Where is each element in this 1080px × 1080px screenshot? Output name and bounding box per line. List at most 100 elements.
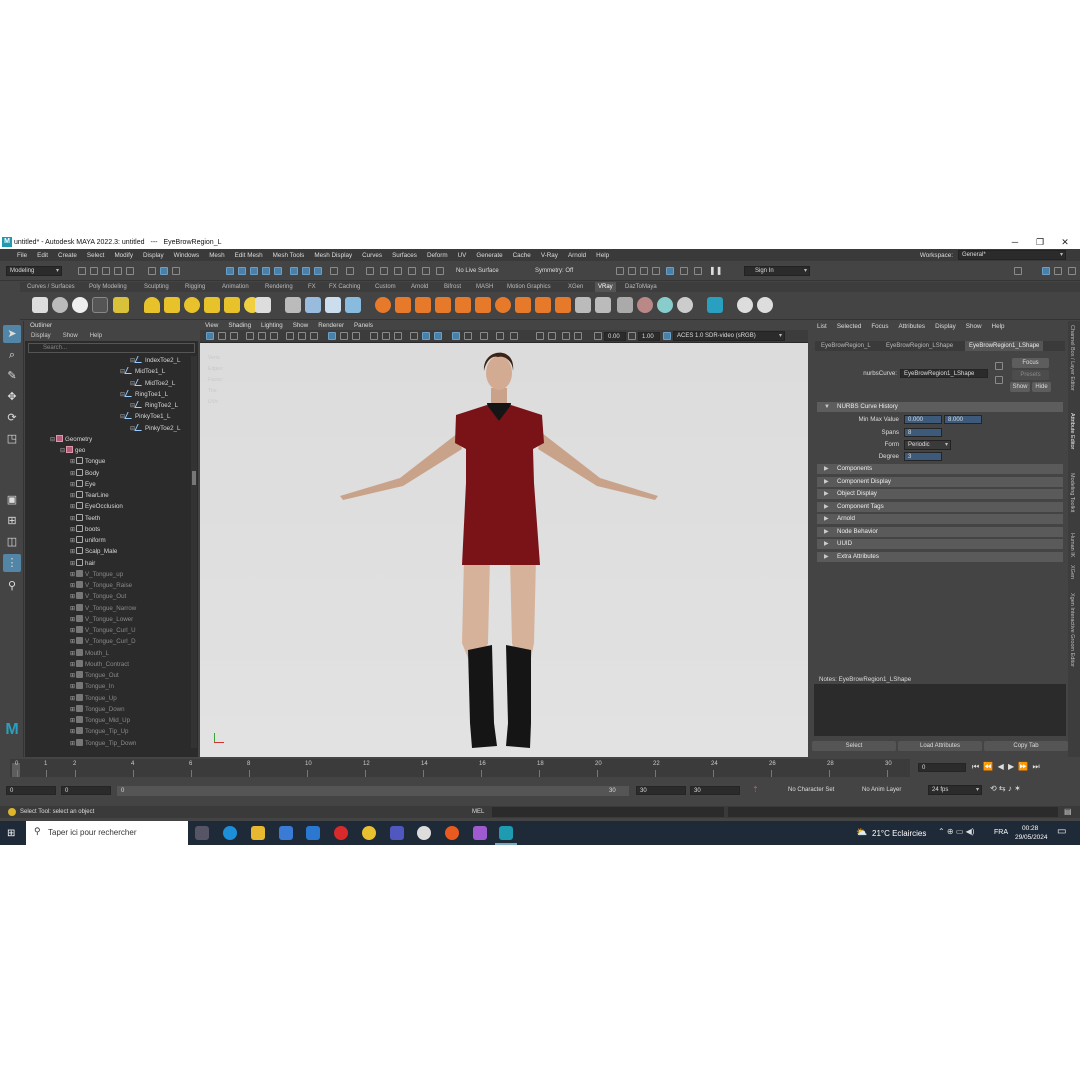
snap-point-icon[interactable] <box>250 267 258 275</box>
outliner-item[interactable]: ⊞ Tongue_Out <box>70 671 119 681</box>
vray-ies-light-icon[interactable] <box>224 297 240 313</box>
vray-render-icon[interactable] <box>694 267 702 275</box>
exposure-settings-icon[interactable] <box>594 332 602 340</box>
copy-tab-button[interactable]: Copy Tab <box>984 741 1068 751</box>
shelf-tab-rigging[interactable]: Rigging <box>185 282 205 292</box>
component-display-section[interactable]: ▶ Component Display <box>817 477 1063 487</box>
arnold-section[interactable]: ▶ Arnold <box>817 514 1063 524</box>
antialias-icon[interactable] <box>464 332 472 340</box>
outliner-item[interactable]: ⊞ Tongue <box>70 457 105 467</box>
menu-cache[interactable]: Cache <box>508 252 536 259</box>
outliner-item[interactable]: ⊞ Scalp_Male <box>70 547 117 557</box>
vray-help-icon[interactable] <box>737 297 753 313</box>
shelf-tab-fx[interactable]: FX <box>308 282 316 292</box>
vray-volume-icon[interactable] <box>345 297 361 313</box>
input-language[interactable]: FRA <box>994 829 1008 836</box>
outliner-item[interactable]: ⊟ PinkyToe2_L <box>130 423 180 434</box>
layout-icon-3[interactable] <box>1054 267 1062 275</box>
ae-tab-transform[interactable]: EyeBrowRegion_L <box>817 341 875 351</box>
viewport-3d[interactable]: Verts: Edges: Faces: Tris: UVs: <box>200 343 808 757</box>
output-connection-icon[interactable] <box>408 267 416 275</box>
shelf-tab-bifrost[interactable]: Bifrost <box>444 282 461 292</box>
presets-button[interactable]: Presets <box>1012 370 1049 380</box>
mode-dropdown[interactable]: Modeling <box>6 266 62 276</box>
resolution-gate-icon[interactable] <box>310 332 318 340</box>
script-editor-icon[interactable]: ▤ <box>1064 807 1072 816</box>
vray-blend-icon[interactable] <box>395 297 411 313</box>
vray-logo-icon[interactable] <box>757 297 773 313</box>
taskbar-search-box[interactable]: ⚲ Taper ici pour rechercher <box>26 821 188 845</box>
object-display-section[interactable]: ▶ Object Display <box>817 489 1063 499</box>
menu-generate[interactable]: Generate <box>471 252 507 259</box>
snap-curve-icon[interactable] <box>238 267 246 275</box>
nurbs-history-section[interactable]: ▼ NURBS Curve History <box>817 402 1063 412</box>
shelf-tab-rendering[interactable]: Rendering <box>265 282 293 292</box>
rotate-tool-icon[interactable]: ⟳ <box>3 409 21 427</box>
render-frame-icon[interactable] <box>616 267 624 275</box>
outliner-item[interactable]: ⊞ boots <box>70 524 100 535</box>
outliner-item[interactable]: ⊞ V_Tongue_Curl_U <box>70 626 136 636</box>
degree-field[interactable]: 3 <box>904 452 942 461</box>
menu-vray[interactable]: V-Ray <box>536 252 563 259</box>
ambient-occlusion-icon[interactable] <box>452 332 460 340</box>
outliner-item[interactable]: ⊟ PinkyToe1_L <box>120 412 170 422</box>
vray-spot-light-icon[interactable] <box>164 297 180 313</box>
outliner-layout-icon[interactable]: ⋮ <box>3 554 21 572</box>
shelf-tab-curves-surfaces[interactable]: Curves / Surfaces <box>27 282 75 292</box>
ae-menu-list[interactable]: List <box>812 321 832 332</box>
playback-controls[interactable]: ⏮ ⏪ ◀ ▶ ⏩ ⏭ <box>972 762 1041 772</box>
chrome-icon[interactable] <box>362 826 376 840</box>
teams-icon[interactable] <box>390 826 404 840</box>
construction-history-icon[interactable] <box>380 267 388 275</box>
symmetry-label[interactable]: Symmetry: Off <box>535 268 573 274</box>
render-view-icon[interactable] <box>680 267 688 275</box>
character-set-dropdown[interactable]: No Character Set <box>788 787 834 793</box>
outliner-item[interactable]: ⊟ IndexToe2_L <box>130 356 180 366</box>
outliner-menu-help[interactable]: Help <box>84 331 108 341</box>
outliner-item[interactable]: ⊞ Tongue_Down <box>70 704 125 715</box>
playback-options-icon[interactable]: ⟲ ⇆ ♪ ✶ <box>990 784 1021 793</box>
vray-mtl-icon[interactable] <box>375 297 391 313</box>
weather-text[interactable]: 21°C Eclaircies <box>872 829 926 838</box>
viewport-menu-lighting[interactable]: Lighting <box>256 321 288 330</box>
vray-scene-icon[interactable] <box>325 297 341 313</box>
vray-settings-icon[interactable] <box>92 297 108 313</box>
auto-key-icon[interactable]: ⇡ <box>752 785 759 794</box>
spans-field[interactable]: 8 <box>904 428 942 437</box>
new-scene-icon[interactable] <box>78 267 86 275</box>
history-icon[interactable] <box>366 267 374 275</box>
outliner-search-input[interactable]: Search... <box>28 343 195 353</box>
select-tool-icon[interactable]: ➤ <box>3 325 21 343</box>
search-tool-icon[interactable]: ⚲ <box>3 577 21 595</box>
mail-icon[interactable] <box>306 826 320 840</box>
single-view-icon[interactable]: ▣ <box>3 491 21 509</box>
color-space-dropdown[interactable]: ACES 1.0 SDR-video (sRGB) <box>673 331 785 341</box>
snap-surface-icon[interactable] <box>290 267 298 275</box>
rotate-icon[interactable] <box>436 267 444 275</box>
component-tags-section[interactable]: ▶ Component Tags <box>817 502 1063 512</box>
shadows-icon[interactable] <box>394 332 402 340</box>
vray-vfb-icon[interactable] <box>72 297 88 313</box>
max-value-field[interactable]: 8.000 <box>944 415 982 424</box>
shelf-tab-arnold[interactable]: Arnold <box>411 282 428 292</box>
vray-car-paint-icon[interactable] <box>475 297 491 313</box>
select-component-icon[interactable] <box>172 267 180 275</box>
current-frame-field[interactable]: 0 <box>918 763 966 772</box>
snap-live-icon[interactable] <box>274 267 282 275</box>
menu-help[interactable]: Help <box>591 252 614 259</box>
outliner-scroll-thumb[interactable] <box>192 471 196 485</box>
vray-switch-icon[interactable] <box>555 297 571 313</box>
select-object-icon[interactable] <box>160 267 168 275</box>
show-button[interactable]: Show <box>1010 382 1030 392</box>
lock-icon[interactable] <box>330 267 338 275</box>
hide-button[interactable]: Hide <box>1032 382 1051 392</box>
script-language-label[interactable]: MEL <box>472 809 484 815</box>
vray-ipr-icon[interactable] <box>52 297 68 313</box>
vray-proxy-icon[interactable] <box>285 297 301 313</box>
command-input[interactable] <box>492 807 724 817</box>
outliner-item[interactable]: ⊞ V_Tongue_Lower <box>70 614 133 625</box>
shelf-tab-sculpting[interactable]: Sculpting <box>144 282 169 292</box>
2d-pan-icon[interactable] <box>258 332 266 340</box>
render-sequence-icon[interactable] <box>628 267 636 275</box>
outliner-item[interactable]: ⊟ geo <box>60 446 85 456</box>
